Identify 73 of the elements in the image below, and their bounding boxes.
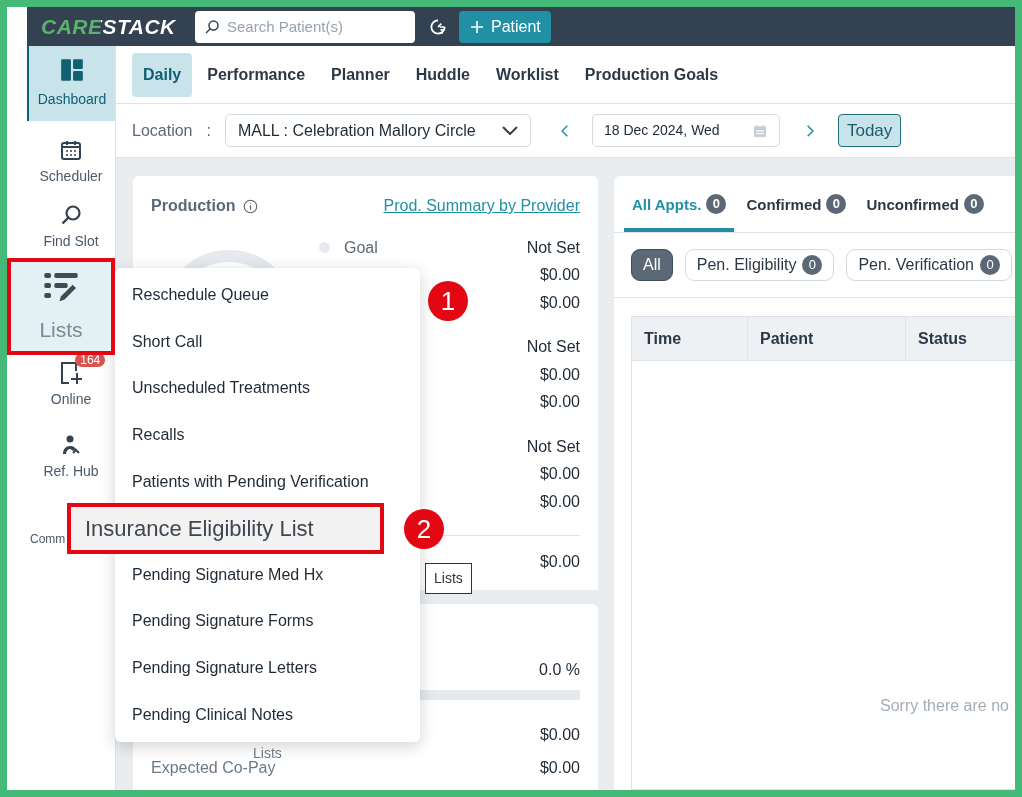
info-icon <box>243 198 259 214</box>
menu-item[interactable]: Pending Signature Med Hx <box>115 551 420 599</box>
sidebar-item[interactable]: Find Slot <box>43 203 99 252</box>
location-dropdown[interactable]: MALL : Celebration Mallory Circle <box>224 114 531 147</box>
calendar-icon <box>59 138 83 162</box>
menu-item[interactable]: Insurance Eligibility List <box>67 502 384 554</box>
nav-tab[interactable]: Performance <box>196 52 317 97</box>
online-form-icon <box>59 361 83 385</box>
menu-item[interactable]: Short Call <box>115 318 420 366</box>
location-label: Location <box>132 120 193 141</box>
amount-value: $0.00 <box>539 392 580 413</box>
search-field[interactable]: Search Patient(s) <box>195 10 415 43</box>
calendar-icon <box>751 122 768 139</box>
column-header: Time <box>632 317 748 360</box>
amount-value: $0.00 <box>539 551 580 572</box>
tooltip-text: Lists <box>253 744 282 761</box>
amount-value: Not Set <box>526 237 580 258</box>
menu-item[interactable]: Pending Clinical Notes <box>115 691 420 738</box>
menu-item[interactable]: Recalls <box>115 411 420 459</box>
count-badge: 0 <box>706 194 727 214</box>
nav-tab[interactable]: Huddle <box>404 52 481 97</box>
amount-value: $0.00 <box>539 464 580 485</box>
nav-tab[interactable]: Planner <box>320 52 401 97</box>
nav-tab[interactable]: Production Goals <box>573 52 730 97</box>
amount-value: Not Set <box>526 337 580 358</box>
menu-item[interactable]: Pending Signature Letters <box>115 644 420 692</box>
plus-icon <box>469 18 485 35</box>
amount-value: $0.00 <box>539 364 580 385</box>
nav-tab[interactable]: Daily <box>132 52 193 97</box>
column-header: Patient <box>748 317 906 360</box>
nav-tab[interactable]: Worklist <box>485 52 570 97</box>
count-badge: 0 <box>963 194 984 214</box>
date-field[interactable]: 18 Dec 2024, Wed <box>591 114 780 147</box>
amount-value: Not Set <box>526 436 580 457</box>
speed-icon <box>428 16 448 37</box>
label-separator: : <box>206 120 211 141</box>
amount-value: $0.00 <box>539 491 580 512</box>
tooltip: Lists <box>425 563 472 594</box>
sidebar-item[interactable]: Dashboard <box>27 46 115 121</box>
amount-value: $0.00 <box>539 265 580 286</box>
amount-value: $0.00 <box>539 292 580 313</box>
sidebar-item[interactable]: 164 Online <box>36 353 106 410</box>
filter-chip[interactable]: Pen. Eligibility 0 <box>684 249 835 281</box>
empty-message: Sorry there are no <box>880 696 1009 716</box>
card-title: Production <box>151 196 236 216</box>
sidebar-item[interactable]: Ref. Hub <box>43 433 99 482</box>
sidebar-item[interactable]: Comm <box>30 530 66 548</box>
column-header: Status <box>906 317 1015 360</box>
menu-item[interactable]: Unscheduled Treatments <box>115 365 420 412</box>
legend-label: Goal <box>344 237 378 258</box>
amount-value: $0.00 <box>539 757 580 778</box>
row-label: Expected Co-Pay <box>151 758 276 778</box>
percent-value: 0.0 % <box>539 660 580 680</box>
count-badge: 0 <box>980 255 1000 275</box>
appointment-tab[interactable]: Unconfirmed 0 <box>858 194 992 232</box>
sidebar-item[interactable]: Scheduler <box>39 138 103 187</box>
add-patient-button[interactable]: Patient <box>459 10 551 43</box>
menu-item[interactable]: Reschedule Queue <box>115 272 420 319</box>
filter-chip[interactable]: Pen. Verification 0 <box>846 249 1012 281</box>
search-icon <box>203 17 221 36</box>
search-icon <box>59 203 83 227</box>
count-badge: 0 <box>826 194 847 214</box>
today-button[interactable]: Today <box>837 114 902 147</box>
amount-value: $0.00 <box>539 724 580 745</box>
appointment-tab[interactable]: All Appts. 0 <box>624 194 735 232</box>
filter-chip[interactable]: All <box>631 249 673 281</box>
count-badge: 0 <box>802 255 823 275</box>
menu-item[interactable]: Pending Signature Forms <box>115 598 420 645</box>
summary-link[interactable]: Prod. Summary by Provider <box>383 194 580 218</box>
dashboard-icon <box>59 57 85 83</box>
menu-item[interactable]: Patients with Pending Verification <box>115 458 420 505</box>
appointment-tab[interactable]: Confirmed 0 <box>738 194 855 232</box>
chevron-down-icon <box>501 126 518 135</box>
